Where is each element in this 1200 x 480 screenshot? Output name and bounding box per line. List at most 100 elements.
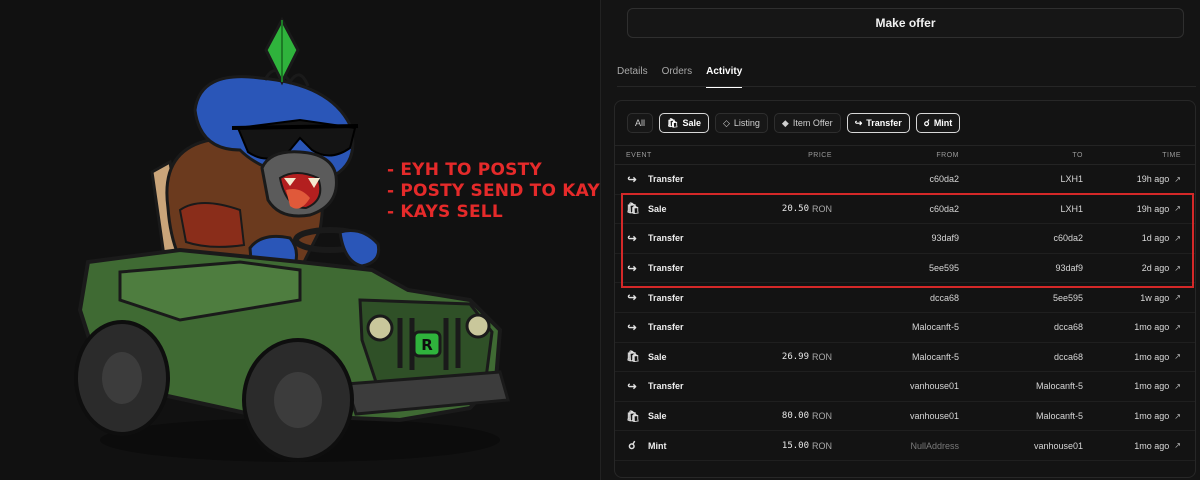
external-link-icon[interactable]: ↗: [1174, 412, 1181, 421]
from-address[interactable]: Malocanft-5: [912, 343, 959, 372]
filter-sale[interactable]: 🛍 Sale: [659, 113, 709, 133]
external-link-icon[interactable]: ↗: [1174, 204, 1181, 213]
event-cell: 🛍 Sale: [626, 195, 667, 224]
event-cell: 🛍 Sale: [626, 343, 667, 372]
time-cell[interactable]: 1mo ago ↗: [1134, 372, 1181, 401]
event-cell: ↪ Transfer: [626, 283, 684, 312]
time-cell[interactable]: 19h ago ↗: [1137, 195, 1181, 224]
to-address[interactable]: vanhouse01: [1034, 431, 1083, 460]
time-label: 1d ago: [1141, 233, 1170, 244]
external-link-icon[interactable]: ↗: [1174, 352, 1181, 361]
price-cell: 26.99 RON: [782, 343, 832, 372]
nft-artwork-panel: R - EYH TO POSTY - POSTY SEND TO KAYS - …: [0, 0, 612, 480]
transfer-icon: ↪: [627, 292, 637, 305]
time-cell[interactable]: 2d ago ↗: [1142, 254, 1181, 283]
header-event: EVENT: [626, 151, 652, 159]
bag-icon: 🛍: [667, 117, 679, 128]
external-link-icon[interactable]: ↗: [1174, 175, 1181, 184]
time-cell[interactable]: 1mo ago ↗: [1134, 343, 1181, 372]
price-value: 20.50: [781, 203, 809, 214]
price-cell: 80.00 RON: [782, 402, 832, 431]
event-label: Transfer: [648, 322, 684, 333]
time-cell[interactable]: 1mo ago ↗: [1134, 402, 1181, 431]
price-unit: RON: [812, 351, 832, 362]
price-value: 15.00: [781, 440, 809, 451]
table-row[interactable]: ↪ Transfer 93daf9 c60da2 1d ago ↗: [615, 224, 1195, 254]
filter-mint-label: Mint: [933, 118, 953, 128]
to-address[interactable]: Malocanft-5: [1036, 402, 1083, 431]
time-label: 2d ago: [1141, 263, 1170, 274]
annotation-line-2: - POSTY SEND TO KAYS: [387, 181, 613, 201]
event-cell: ↪ Transfer: [626, 372, 683, 401]
event-cell: ↪ Transfer: [626, 165, 683, 194]
external-link-icon[interactable]: ↗: [1174, 441, 1181, 450]
to-address[interactable]: dcca68: [1054, 313, 1083, 342]
from-address[interactable]: 93daf9: [931, 224, 959, 253]
event-cell: ↪ Transfer: [626, 254, 683, 283]
red-annotation-note: - EYH TO POSTY - POSTY SEND TO KAYS - KA…: [387, 160, 612, 223]
table-row[interactable]: ↪ Transfer Malocanft-5 dcca68 1mo ago ↗: [615, 313, 1195, 343]
from-address[interactable]: vanhouse01: [910, 402, 959, 431]
filter-transfer-label: Transfer: [866, 118, 902, 128]
filter-listing[interactable]: ◇ Listing: [714, 113, 768, 133]
to-address[interactable]: dcca68: [1054, 343, 1083, 372]
to-address[interactable]: LXH1: [1060, 165, 1083, 194]
filter-item-offer-label: Item Offer: [792, 118, 833, 128]
tab-activity[interactable]: Activity: [706, 66, 743, 88]
time-label: 19h ago: [1136, 203, 1170, 214]
tag-icon: ◇: [722, 117, 730, 128]
filter-mint[interactable]: ☌ Mint: [915, 113, 961, 133]
table-row[interactable]: 🛍 Sale 80.00 RON vanhouse01 Malocanft-5 1mo ag…: [615, 402, 1195, 432]
time-cell[interactable]: 19h ago ↗: [1137, 165, 1181, 194]
external-link-icon[interactable]: ↗: [1174, 293, 1181, 302]
tab-orders[interactable]: Orders: [662, 66, 693, 88]
event-label: Transfer: [648, 292, 684, 303]
from-address[interactable]: vanhouse01: [910, 372, 959, 401]
time-cell[interactable]: 1mo ago ↗: [1134, 431, 1181, 460]
to-address[interactable]: 93daf9: [1055, 254, 1083, 283]
filter-transfer[interactable]: ↪ Transfer: [846, 113, 910, 133]
mint-icon: ☌: [628, 440, 636, 453]
event-label: Mint: [648, 440, 667, 451]
to-address[interactable]: 5ee595: [1053, 283, 1083, 312]
price-cell: [829, 165, 832, 194]
transfer-icon: ↪: [854, 117, 863, 128]
detail-tabs: Details Orders Activity: [617, 66, 743, 88]
table-row[interactable]: ↪ Transfer vanhouse01 Malocanft-5 1mo ago ↗: [615, 372, 1195, 402]
time-cell[interactable]: 1mo ago ↗: [1134, 313, 1181, 342]
from-address[interactable]: dcca68: [930, 283, 959, 312]
table-row[interactable]: 🛍 Sale 26.99 RON Malocanft-5 dcca68 1mo ago ↗: [615, 343, 1195, 373]
external-link-icon[interactable]: ↗: [1174, 234, 1181, 243]
from-address[interactable]: NullAddress: [910, 431, 959, 460]
table-row[interactable]: ↪ Transfer dcca68 5ee595 1w ago ↗: [615, 283, 1195, 313]
external-link-icon[interactable]: ↗: [1174, 323, 1181, 332]
price-unit: RON: [812, 440, 832, 451]
filter-listing-label: Listing: [733, 118, 760, 128]
filter-all[interactable]: All: [627, 113, 654, 133]
table-row[interactable]: 🛍 Sale 20.50 RON c60da2 LXH1 19h ago ↗: [615, 195, 1195, 225]
header-to: TO: [1072, 151, 1083, 159]
to-address[interactable]: c60da2: [1053, 224, 1083, 253]
table-row[interactable]: ☌ Mint 15.00 RON NullAddress vanhouse01 1mo ag…: [615, 431, 1195, 461]
filter-item-offer[interactable]: ◆ Item Offer: [773, 113, 841, 133]
from-address[interactable]: Malocanft-5: [912, 313, 959, 342]
from-address[interactable]: c60da2: [929, 165, 959, 194]
event-label: Transfer: [648, 233, 684, 244]
price-cell: 15.00 RON: [782, 431, 832, 460]
tab-details[interactable]: Details: [617, 66, 648, 88]
make-offer-button[interactable]: Make offer: [627, 8, 1184, 38]
to-address[interactable]: Malocanft-5: [1036, 372, 1083, 401]
time-cell[interactable]: 1d ago ↗: [1142, 224, 1181, 253]
price-unit: RON: [812, 203, 832, 214]
activity-table-header: EVENT PRICE FROM TO TIME: [615, 145, 1195, 165]
table-row[interactable]: ↪ Transfer 5ee595 93daf9 2d ago ↗: [615, 254, 1195, 284]
external-link-icon[interactable]: ↗: [1174, 264, 1181, 273]
from-address[interactable]: 5ee595: [929, 254, 959, 283]
activity-card: All 🛍 Sale ◇ Listing ◆ Item Offer ↪ Tran…: [614, 100, 1196, 478]
to-address[interactable]: LXH1: [1060, 195, 1083, 224]
from-address[interactable]: c60da2: [929, 195, 959, 224]
table-row[interactable]: ↪ Transfer c60da2 LXH1 19h ago ↗: [615, 165, 1195, 195]
time-cell[interactable]: 1w ago ↗: [1140, 283, 1181, 312]
mint-icon: ☌: [923, 117, 930, 128]
external-link-icon[interactable]: ↗: [1174, 382, 1181, 391]
